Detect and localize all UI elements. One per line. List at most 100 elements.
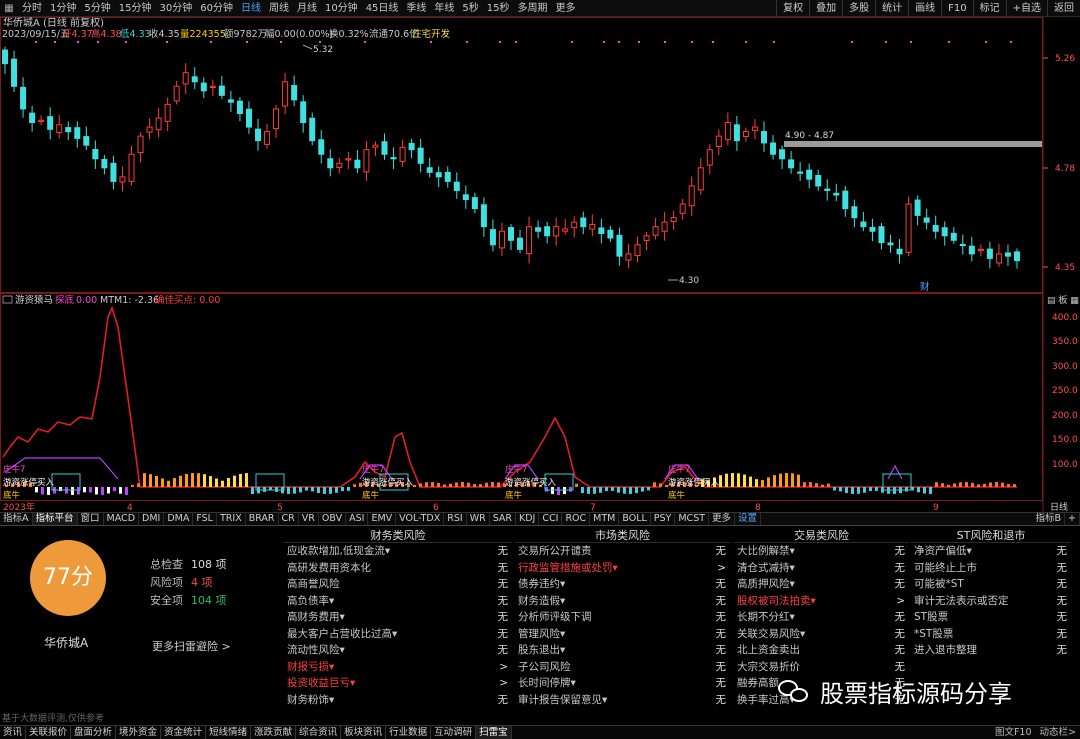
kline-chart[interactable]: 华侨城A (日线 前复权) 2023/09/15/五 开4.37 高4.38 低… — [0, 17, 1080, 513]
period-3[interactable]: 15分钟 — [115, 0, 156, 17]
risk-row[interactable]: 交易所公开谴责 无 — [515, 543, 730, 560]
toolbar-button-6[interactable]: 标记 — [972, 0, 1006, 17]
indicator-tab-8[interactable]: BRAR — [246, 513, 279, 525]
toolbar-button-3[interactable]: 统计 — [875, 0, 908, 17]
risk-row[interactable]: 子公司风险 无 — [515, 659, 730, 676]
period-4[interactable]: 30分钟 — [155, 0, 196, 17]
period-6[interactable]: 日线 — [237, 0, 265, 17]
risk-row[interactable]: 高商誉风险 无 — [284, 576, 512, 593]
risk-row[interactable]: 高研发费用资本化 无 — [284, 560, 512, 577]
period-1[interactable]: 1分钟 — [46, 0, 80, 17]
risk-row[interactable]: 净资产偏低▾ 无 — [911, 543, 1071, 560]
indicator-tab-21[interactable]: MTM — [590, 513, 620, 525]
risk-row[interactable]: 关联交易风险▾ 无 — [734, 626, 909, 643]
period-11[interactable]: 季线 — [402, 0, 430, 17]
risk-row[interactable]: ST股票 无 — [911, 609, 1071, 626]
risk-row[interactable]: 股权被司法拍卖▾ > — [734, 593, 909, 610]
indicator-tab-2[interactable]: 窗口 — [78, 513, 104, 525]
risk-row[interactable]: 投资收益巨亏▾ > — [284, 675, 512, 692]
period-16[interactable]: 更多 — [552, 0, 580, 17]
indicator-tab-16[interactable]: WR — [467, 513, 490, 525]
indicator-view-toggle[interactable]: ▤ 板 ▦ — [1047, 294, 1079, 306]
bottom-tab-11[interactable]: 扫雷宝 — [476, 726, 512, 739]
bottom-tab-4[interactable]: 资金统计 — [161, 726, 207, 739]
period-10[interactable]: 45日线 — [362, 0, 403, 17]
risk-row[interactable]: 行政监管措施或处罚▾ > — [515, 560, 730, 577]
period-8[interactable]: 月线 — [293, 0, 321, 17]
risk-row[interactable]: 清仓式减持▾ 无 — [734, 560, 909, 577]
indicator-tab-5[interactable]: DMA — [164, 513, 194, 525]
bottom-right-link-0[interactable]: 图文F10 — [991, 726, 1036, 739]
indicator-toggle-icon[interactable] — [2, 295, 13, 304]
risk-row[interactable]: 高财务费用▾ 无 — [284, 609, 512, 626]
period-9[interactable]: 10分钟 — [321, 0, 362, 17]
indicator-tab-17[interactable]: SAR — [490, 513, 517, 525]
indicator-tab-1[interactable]: 指标平台 — [32, 513, 78, 525]
indicator-tab-right-1[interactable]: + — [1065, 513, 1080, 525]
risk-row[interactable]: 高质押风险▾ 无 — [734, 576, 909, 593]
indicator-tab-13[interactable]: EMV — [368, 513, 397, 525]
indicator-tab-9[interactable]: CR — [279, 513, 299, 525]
risk-row[interactable]: 最大客户占营收比过高▾ 无 — [284, 626, 512, 643]
period-2[interactable]: 5分钟 — [80, 0, 114, 17]
risk-row[interactable]: 股东退出▾ 无 — [515, 642, 730, 659]
indicator-tab-10[interactable]: VR — [299, 513, 319, 525]
toolbar-button-8[interactable]: 返回 — [1047, 0, 1080, 17]
bottom-tab-7[interactable]: 综合资讯 — [296, 726, 342, 739]
period-0[interactable]: 分时 — [18, 0, 46, 17]
period-12[interactable]: 年线 — [430, 0, 458, 17]
grid-menu-icon[interactable]: ▦ — [0, 0, 18, 17]
bottom-tab-8[interactable]: 板块资讯 — [341, 726, 387, 739]
period-5[interactable]: 60分钟 — [196, 0, 237, 17]
indicator-tab-25[interactable]: 更多 — [709, 513, 736, 525]
bottom-tab-0[interactable]: 资讯 — [0, 726, 27, 739]
risk-row[interactable]: 北上资金卖出 无 — [734, 642, 909, 659]
bottom-tab-5[interactable]: 短线情绪 — [206, 726, 252, 739]
period-15[interactable]: 多周期 — [514, 0, 552, 17]
indicator-tab-0[interactable]: 指标A — [0, 513, 33, 525]
risk-row[interactable]: 审计报告保留意见▾ 无 — [515, 692, 730, 709]
indicator-tab-7[interactable]: TRIX — [217, 513, 246, 525]
bottom-right-link-1[interactable]: 动态栏> — [1036, 726, 1080, 739]
toolbar-button-0[interactable]: 复权 — [776, 0, 809, 17]
risk-row[interactable]: 财务造假▾ 无 — [515, 593, 730, 610]
toolbar-button-2[interactable]: 多股 — [842, 0, 875, 17]
risk-row[interactable]: 债券违约▾ 无 — [515, 576, 730, 593]
indicator-tab-4[interactable]: DMI — [139, 513, 165, 525]
risk-row[interactable]: 进入退市整理 无 — [911, 642, 1071, 659]
risk-row[interactable]: 流动性风险▾ 无 — [284, 642, 512, 659]
bottom-tab-2[interactable]: 盘面分析 — [71, 726, 117, 739]
indicator-tab-18[interactable]: KDJ — [516, 513, 540, 525]
indicator-tab-19[interactable]: CCI — [539, 513, 563, 525]
indicator-tab-11[interactable]: OBV — [319, 513, 347, 525]
bottom-tab-3[interactable]: 境外资金 — [116, 726, 162, 739]
indicator-tab-6[interactable]: FSL — [193, 513, 217, 525]
risk-row[interactable]: 财务粉饰▾ 无 — [284, 692, 512, 709]
bottom-tab-9[interactable]: 行业数据 — [386, 726, 432, 739]
toolbar-button-1[interactable]: 叠加 — [809, 0, 842, 17]
risk-row[interactable]: 分析师评级下调 无 — [515, 609, 730, 626]
risk-row[interactable]: 大比例解禁▾ 无 — [734, 543, 909, 560]
risk-row[interactable]: 可能被*ST 无 — [911, 576, 1071, 593]
risk-row[interactable]: 应收款增加,低现金流▾ 无 — [284, 543, 512, 560]
indicator-tab-15[interactable]: RSI — [444, 513, 467, 525]
risk-row[interactable]: 可能终止上市 无 — [911, 560, 1071, 577]
bottom-tab-10[interactable]: 互动调研 — [431, 726, 477, 739]
period-7[interactable]: 周线 — [265, 0, 293, 17]
toolbar-button-5[interactable]: F10 — [941, 0, 972, 17]
finance-marker[interactable]: 财 — [920, 281, 930, 293]
period-14[interactable]: 15秒 — [483, 0, 514, 17]
toolbar-button-7[interactable]: +自选 — [1005, 0, 1047, 17]
more-scan-link[interactable]: 更多扫雷避险 > — [152, 638, 231, 654]
indicator-tab-12[interactable]: ASI — [346, 513, 369, 525]
risk-row[interactable]: 长期不分红▾ 无 — [734, 609, 909, 626]
risk-row[interactable]: 管理风险▾ 无 — [515, 626, 730, 643]
toolbar-button-4[interactable]: 画线 — [908, 0, 941, 17]
indicator-tab-26[interactable]: 设置 — [735, 513, 762, 525]
indicator-tab-22[interactable]: BOLL — [619, 513, 651, 525]
risk-row[interactable]: 财报亏损▾ > — [284, 659, 512, 676]
indicator-tab-20[interactable]: ROC — [562, 513, 591, 525]
indicator-tab-24[interactable]: MCST — [675, 513, 710, 525]
risk-row[interactable]: *ST股票 无 — [911, 626, 1071, 643]
risk-row[interactable]: 高负债率▾ 无 — [284, 593, 512, 610]
